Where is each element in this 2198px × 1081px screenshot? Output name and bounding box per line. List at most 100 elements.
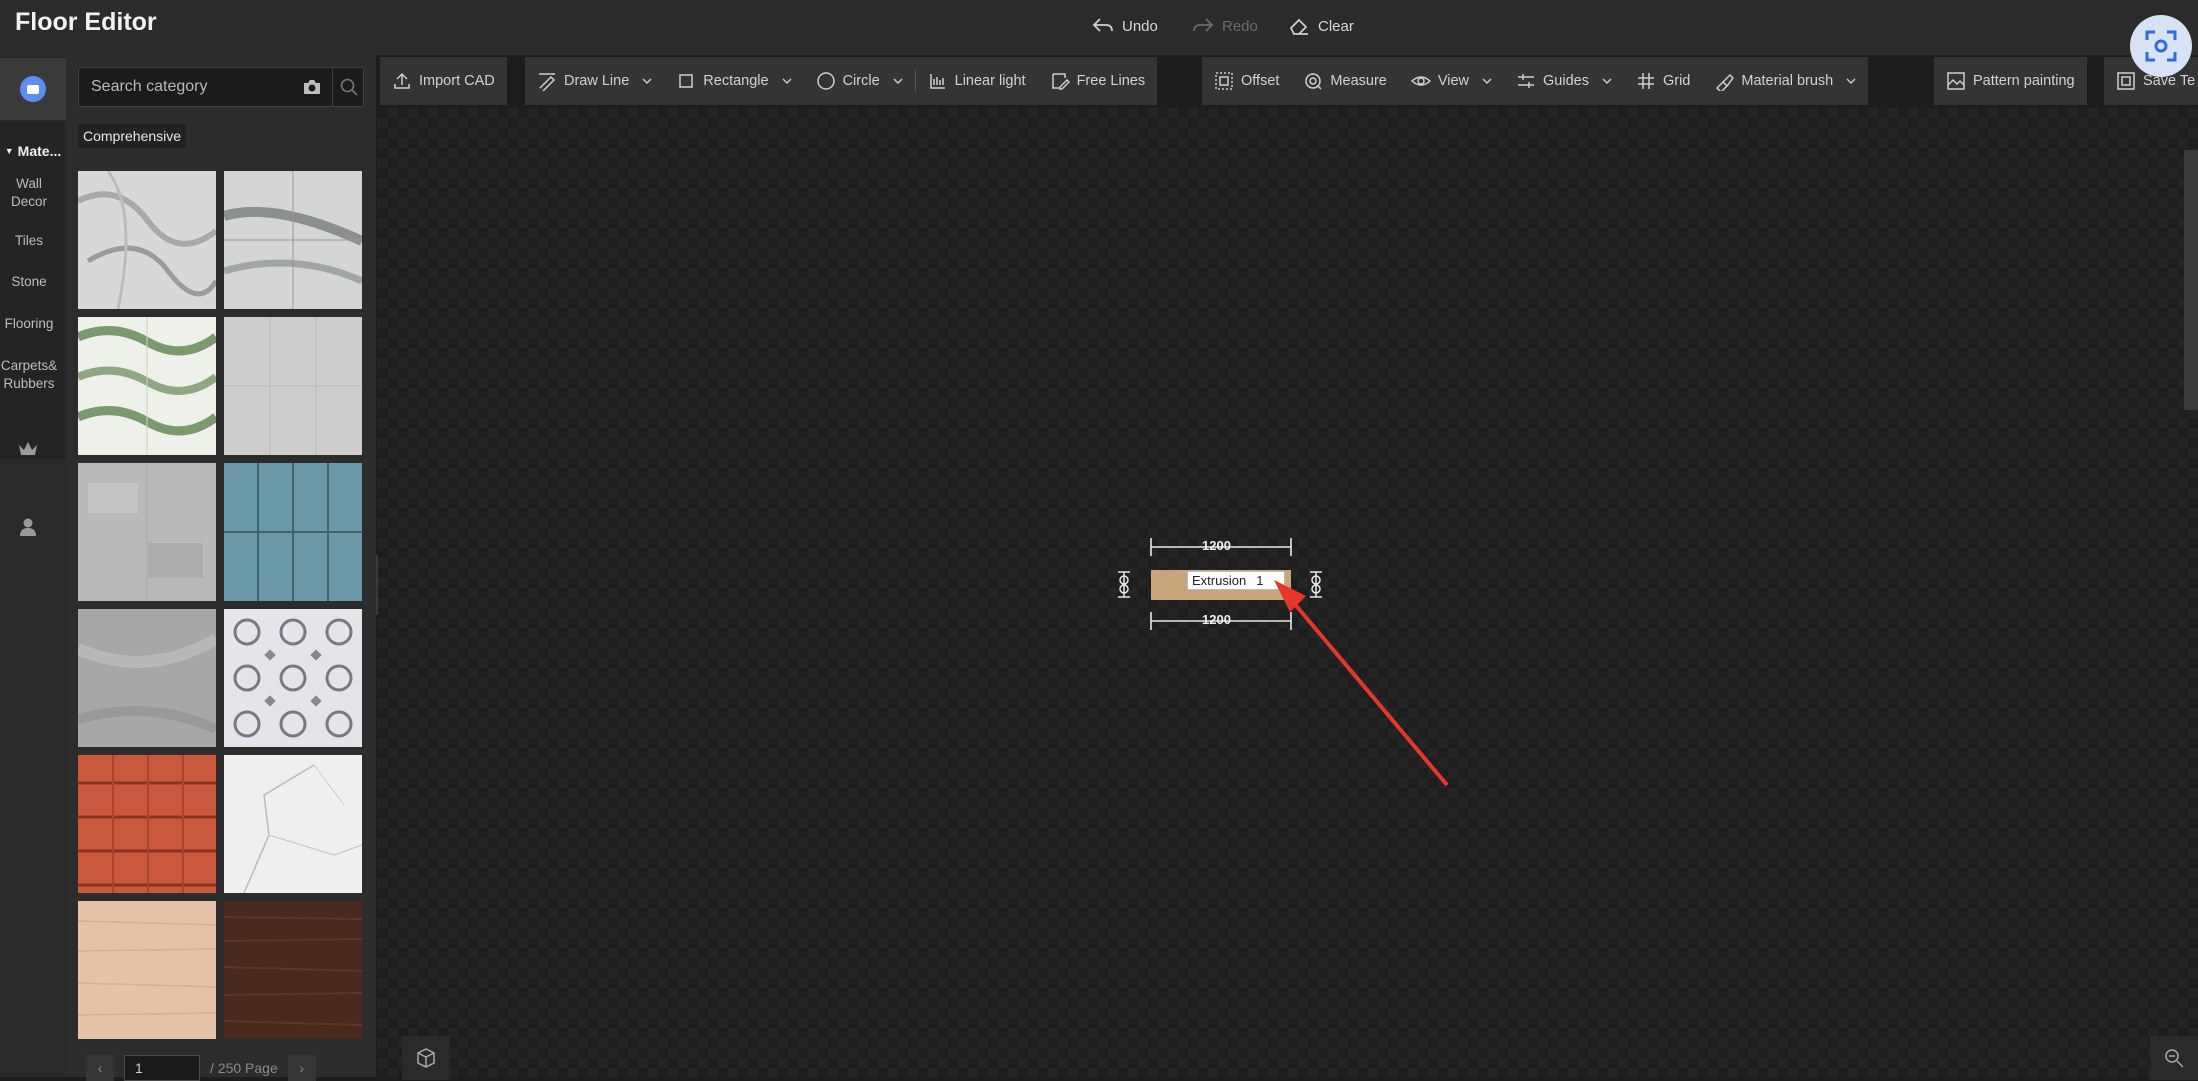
material-tile-dark-walnut-wood[interactable] <box>224 901 362 1039</box>
material-brush-label: Material brush <box>1741 73 1834 89</box>
rail-item-tiles[interactable]: Tiles <box>0 232 58 250</box>
chevron-down-icon <box>1482 78 1492 84</box>
draw-line-label: Draw Line <box>564 73 630 89</box>
dimension-bottom-label: 1200 <box>1202 612 1231 627</box>
pattern-painting-button[interactable]: Pattern painting <box>1934 57 2087 105</box>
offset-icon <box>1215 72 1233 90</box>
redo-label: Redo <box>1222 17 1258 35</box>
rail-materials-button[interactable] <box>0 58 66 120</box>
next-page-button[interactable]: › <box>287 1055 316 1081</box>
right-side-panel-edge[interactable] <box>2184 150 2198 410</box>
rail-item-wall-decor[interactable]: Wall Decor <box>0 175 58 211</box>
chevron-down-icon <box>642 78 652 84</box>
material-tile-patterned-cement-tiles[interactable] <box>224 609 362 747</box>
undo-button[interactable]: Undo <box>1092 12 1158 40</box>
linear-light-label: Linear light <box>954 73 1026 89</box>
zoom-button[interactable] <box>2150 1036 2198 1080</box>
circle-label: Circle <box>842 73 880 89</box>
eraser-icon <box>1289 18 1308 35</box>
brush-icon <box>1716 73 1735 91</box>
import-cad-button[interactable]: Import CAD <box>380 57 507 105</box>
material-tile-grey-concrete[interactable] <box>78 463 216 601</box>
free-lines-icon <box>1051 73 1070 90</box>
grid-icon <box>1637 73 1654 89</box>
undo-icon <box>1092 18 1113 32</box>
materials-icon <box>20 76 46 102</box>
toolbar-group-tools: Offset Measure View Guides Grid Material… <box>1202 57 1869 105</box>
pattern-painting-label: Pattern painting <box>1973 73 2075 89</box>
guides-label: Guides <box>1543 73 1589 89</box>
pen-line-icon <box>539 73 556 91</box>
material-tile-terracotta-roof-tiles[interactable] <box>78 755 216 893</box>
view-label: View <box>1437 73 1470 89</box>
app-title: Floor Editor <box>15 8 157 36</box>
chevron-down-icon <box>893 78 903 84</box>
chevron-left-icon: ‹ <box>97 1060 103 1076</box>
material-tile-white-grey-marble-tiles[interactable] <box>224 171 362 309</box>
draw-line-button[interactable]: Draw Line <box>525 57 664 105</box>
chevron-right-icon: › <box>299 1060 305 1076</box>
zoom-icon <box>2165 1049 2184 1068</box>
caret-down-icon: ▼ <box>4 146 14 156</box>
upload-icon <box>394 72 410 89</box>
pattern-icon <box>1947 72 1965 90</box>
material-panel: Comprehensive <box>66 55 376 1081</box>
user-icon[interactable] <box>16 515 40 539</box>
material-tile-grey-stone[interactable] <box>78 609 216 747</box>
grid-label: Grid <box>1662 73 1691 89</box>
search-box <box>78 67 364 107</box>
circle-icon <box>816 72 835 90</box>
rectangle-button[interactable]: Rectangle <box>664 57 803 105</box>
material-tile-light-grey-plain-tiles[interactable] <box>224 317 362 455</box>
measure-button[interactable]: Measure <box>1291 57 1398 105</box>
toolbar-group-draw: Draw Line Rectangle Circle Linear light … <box>525 57 1158 105</box>
rail-item-stone[interactable]: Stone <box>0 273 58 291</box>
offset-label: Offset <box>1241 73 1280 89</box>
height-handle-left-icon <box>1118 571 1130 598</box>
search-input[interactable] <box>79 68 289 106</box>
view-button[interactable]: View <box>1399 57 1504 105</box>
material-tile-teal-blue-tiles[interactable] <box>224 463 362 601</box>
redo-button[interactable]: Redo <box>1192 12 1258 40</box>
rail-item-flooring[interactable]: Flooring <box>0 315 58 333</box>
measure-icon <box>1305 73 1322 90</box>
tab-comprehensive[interactable]: Comprehensive <box>78 124 187 148</box>
camera-icon[interactable] <box>301 77 323 97</box>
rail-section-header[interactable]: ▼ Mate... <box>0 133 66 169</box>
search-button[interactable] <box>332 68 364 106</box>
circle-button[interactable]: Circle <box>804 57 915 105</box>
prev-page-button[interactable]: ‹ <box>86 1055 114 1081</box>
linear-light-icon <box>929 74 945 89</box>
toolbar-group-import: Import CAD <box>380 57 507 105</box>
grid-button[interactable]: Grid <box>1624 57 1702 105</box>
rail-item-carpets-rubbers[interactable]: Carpets& Rubbers <box>0 357 58 393</box>
chevron-down-icon <box>1846 78 1856 84</box>
left-rail: ▼ Mate... Wall Decor Tiles Stone Floorin… <box>0 55 66 1077</box>
search-icon <box>340 78 358 96</box>
annotation-arrow <box>1274 580 1449 787</box>
crown-icon[interactable] <box>16 437 40 461</box>
guides-button[interactable]: Guides <box>1504 57 1624 105</box>
rectangle-icon <box>679 74 694 88</box>
eye-icon <box>1410 76 1431 86</box>
material-tile-green-onyx-marble[interactable] <box>78 317 216 455</box>
3d-view-button[interactable] <box>402 1036 450 1080</box>
free-lines-button[interactable]: Free Lines <box>1038 57 1158 105</box>
pagination: ‹ / 250 Page › <box>86 1055 316 1081</box>
material-tile-grey-marble-swirl[interactable] <box>78 171 216 309</box>
clear-button[interactable]: Clear <box>1288 12 1354 40</box>
material-brush-button[interactable]: Material brush <box>1702 57 1868 105</box>
rectangle-label: Rectangle <box>703 73 769 89</box>
material-tile-white-calacatta-marble[interactable] <box>224 755 362 893</box>
linear-light-button[interactable]: Linear light <box>916 57 1038 105</box>
free-lines-label: Free Lines <box>1076 73 1146 89</box>
material-tile-peach-wood[interactable] <box>78 901 216 1039</box>
chevron-down-icon <box>1602 78 1612 84</box>
screenshot-button[interactable] <box>2130 15 2192 77</box>
offset-button[interactable]: Offset <box>1202 57 1291 105</box>
chevron-down-icon <box>782 78 792 84</box>
import-cad-label: Import CAD <box>419 73 495 89</box>
page-input[interactable] <box>124 1055 200 1081</box>
undo-label: Undo <box>1122 17 1158 35</box>
extrusion-value: 1 <box>1256 573 1264 588</box>
